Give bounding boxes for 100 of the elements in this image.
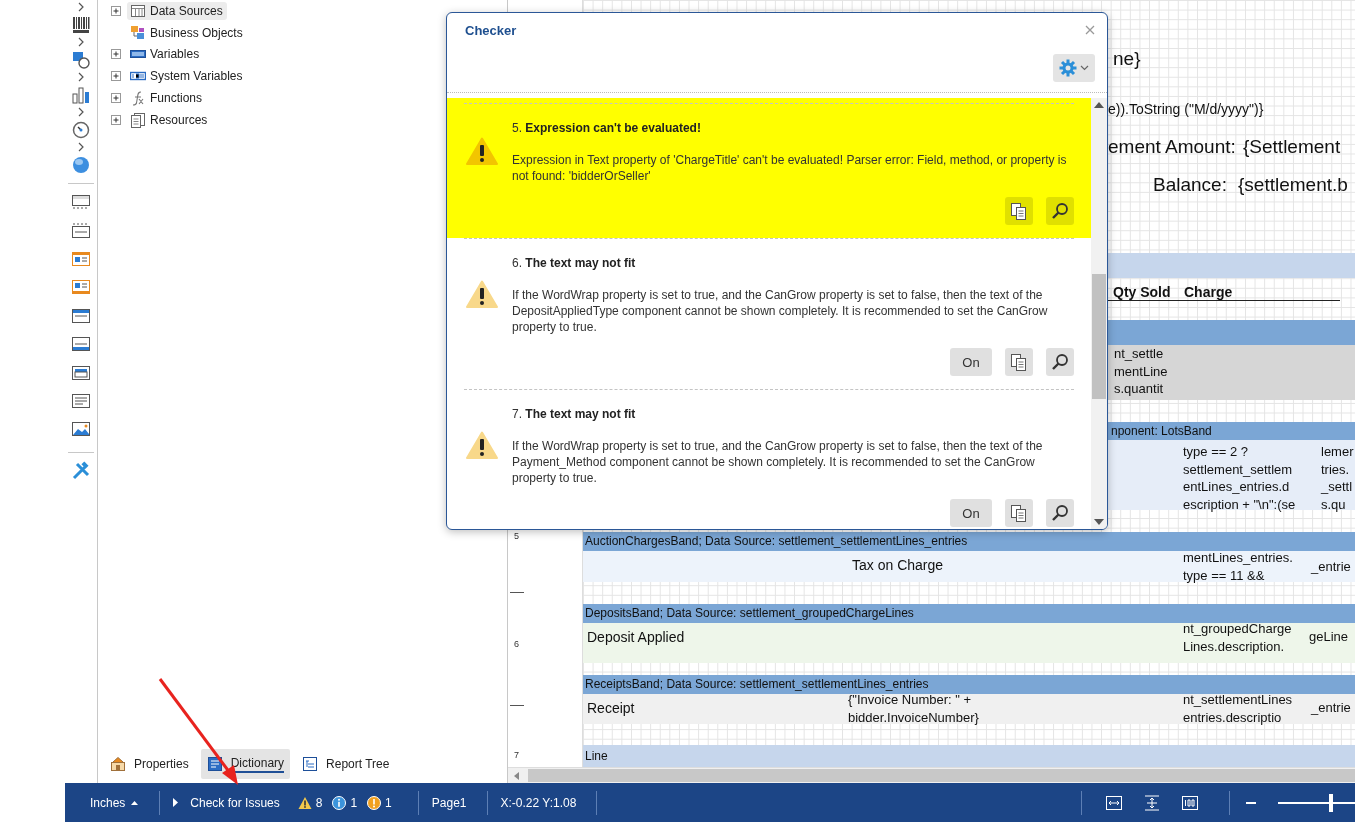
band-icon[interactable] (71, 220, 91, 241)
tree-item[interactable]: Business Objects (127, 23, 247, 42)
report-text: geLine (1309, 628, 1349, 646)
locate-button[interactable] (1046, 499, 1074, 527)
report-text: _entrie (1311, 558, 1351, 576)
copy-button[interactable] (1005, 348, 1033, 376)
chevron-icon (76, 36, 86, 48)
scrollbar[interactable] (508, 767, 1355, 783)
search-icon (1051, 202, 1069, 220)
chevron-icon (76, 106, 86, 118)
copy-icon (1010, 202, 1028, 220)
issue-item[interactable]: 5. Expression can't be evaluated! Expression in Text property of 'ChargeTitle' can't be evaluated! Parser error: Field, method, or property is not found: 'bidderOrSeller' (447, 98, 1091, 238)
globe-icon[interactable] (72, 155, 90, 174)
on-button[interactable]: On (950, 499, 992, 527)
dialog-title: Checker (465, 23, 517, 38)
issue-message: If the WordWrap property is set to true, and the CanGrow property is set to false, then the text of the Payment_Method component cannot be shown completely. It is recommended to set the CanGrow property to true. (512, 438, 1044, 486)
fit-width-icon[interactable] (1106, 794, 1122, 811)
close-icon[interactable] (1085, 25, 1095, 35)
play-icon (173, 798, 179, 807)
shapes-icon[interactable] (72, 50, 90, 69)
issue-message: If the WordWrap property is set to true, and the CanGrow property is set to false, then the text of the DepositAppliedType component cannot be shown completely. It is recommended to set the CanGrow property to true. (512, 287, 1049, 335)
chevron-icon (76, 71, 86, 83)
scroll-down-icon (1094, 519, 1104, 525)
bar-chart-icon[interactable] (72, 85, 90, 104)
warning-icon (466, 279, 498, 308)
report-text: Qty Sold (1113, 283, 1171, 301)
copy-icon (1010, 504, 1028, 522)
report-tree-icon (302, 756, 319, 772)
tree-item[interactable]: Functions (127, 89, 207, 108)
report-text: {"Invoice Number: " + bidder.InvoiceNumber} (848, 691, 979, 726)
report-text: {settlement.b (1238, 173, 1348, 197)
copy-button[interactable] (1005, 197, 1033, 225)
ruler-number: 6 (514, 639, 519, 649)
info-icon (332, 795, 347, 810)
issue-title: 6. The text may not fit (512, 256, 637, 271)
panel-tab[interactable]: Properties (104, 749, 195, 779)
search-icon (1051, 353, 1069, 371)
copy-button[interactable] (1005, 499, 1033, 527)
report-text: e)).ToString ("M/d/yyyy")} (1108, 100, 1264, 118)
report-text: Charge (1184, 283, 1233, 301)
dictionary-icon (206, 756, 223, 772)
report-text: ne} (1113, 47, 1141, 71)
band-header: ReceiptsBand; Data Source: settlement_settlementLines_entries (583, 675, 1355, 694)
expand-icon[interactable] (111, 49, 121, 60)
issue-title: 7. The text may not fit (512, 407, 637, 422)
copy-icon (1010, 353, 1028, 371)
properties-icon (110, 756, 126, 772)
issue-count: 1 (350, 795, 358, 810)
gear-icon (1059, 59, 1077, 77)
resources-icon (130, 111, 146, 128)
scroll-left-icon[interactable] (514, 771, 520, 780)
actual-size-icon[interactable] (1182, 794, 1198, 811)
locate-button[interactable] (1046, 348, 1074, 376)
caret-icon (1080, 65, 1089, 71)
scrollbar[interactable] (1091, 98, 1107, 529)
tree-item[interactable]: Variables (127, 45, 204, 64)
tree-item[interactable]: Resources (127, 110, 212, 129)
report-text: mentLines_entries. type == 11 && (1183, 549, 1293, 584)
report-text: Deposit Applied (587, 628, 685, 646)
report-text: lemer tries. _settl s.qu (1321, 443, 1354, 513)
tools-icon[interactable] (71, 460, 91, 481)
ruler-number: 5 (514, 531, 519, 541)
warning-icon (466, 136, 498, 165)
ruler-number: 7 (514, 750, 519, 760)
objects-icon (130, 24, 146, 41)
chevron-icon (76, 141, 86, 153)
expand-icon[interactable] (111, 114, 121, 125)
report-text: ement Amount: (1108, 135, 1236, 159)
scroll-up-icon (1094, 102, 1104, 108)
gauge-icon[interactable] (72, 120, 90, 139)
on-button[interactable]: On (950, 348, 992, 376)
issue-message: Expression in Text property of 'ChargeTitle' can't be evaluated! Parser error: Field, method, or property is not found: 'bidderOrSeller' (512, 152, 1068, 184)
report-text: Balance: (1153, 173, 1227, 197)
expand-icon[interactable] (111, 93, 121, 104)
zoom-slider-thumb[interactable] (1329, 793, 1334, 812)
panel-tab[interactable]: Dictionary (200, 749, 291, 779)
report-text: Tax on Charge (852, 556, 944, 574)
check-issues-button[interactable]: Check for Issues (173, 795, 280, 810)
issue-title: 5. Expression can't be evaluated! (512, 121, 702, 136)
cursor-position: X:-0.22 Y:1.08 (500, 795, 577, 810)
tree-item[interactable]: Data Sources (127, 1, 227, 20)
chevron-icon (76, 1, 86, 13)
settings-button[interactable] (1053, 54, 1095, 82)
barcode-icon[interactable] (72, 15, 90, 34)
report-text: nt_settle mentLine s.quantit (1114, 345, 1168, 398)
fit-height-icon[interactable] (1144, 794, 1160, 811)
panel-tab[interactable]: Report Tree (296, 749, 396, 779)
tree-item[interactable]: System Variables (127, 67, 247, 86)
band-header: DepositsBand; Data Source: settlement_groupedChargeLines (583, 604, 1355, 623)
band-header: Line (583, 745, 1355, 767)
units-button[interactable]: Inches (90, 795, 139, 810)
report-text: _entrie (1311, 699, 1351, 717)
expand-icon[interactable] (111, 71, 121, 82)
band-header: AuctionChargesBand; Data Source: settlement_settlementLines_entries (583, 532, 1355, 551)
report-text: {Settlement (1243, 135, 1341, 159)
locate-button[interactable] (1046, 197, 1074, 225)
caret-icon (131, 799, 139, 805)
report-text: nt_groupedCharge Lines.description. (1183, 620, 1292, 655)
expand-icon[interactable] (111, 5, 121, 16)
report-text: type == 2 ? settlement_settlem entLines_entries.d escription + "\n":(se (1183, 443, 1296, 513)
